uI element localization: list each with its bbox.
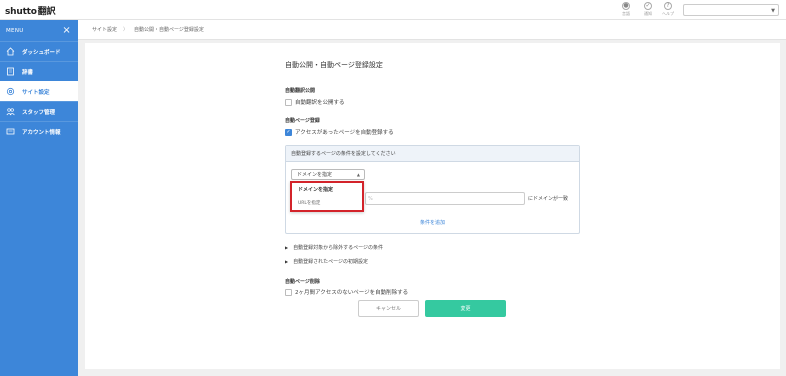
sidebar-item-label: アカウント情報 — [22, 129, 61, 136]
sidebar-header: MENU × — [0, 20, 78, 41]
auto-delete-checkbox-row[interactable]: 2ヶ月間アクセスのないページを自動削除する — [285, 288, 408, 296]
page-title: 自動公開・自動ページ登録設定 — [285, 61, 383, 69]
auto-page-label: アクセスがあったページを自動登録する — [295, 130, 394, 136]
help-button[interactable]: ? ヘルプ — [660, 2, 676, 17]
staff-icon — [6, 107, 15, 116]
book-icon — [6, 67, 15, 76]
sidebar-item-account[interactable]: アカウント情報 — [0, 121, 78, 141]
option-domain[interactable]: ドメインを指定 — [292, 183, 362, 196]
triangle-right-icon: ▶ — [285, 259, 289, 264]
option-url[interactable]: URLを指定 — [292, 196, 362, 209]
add-condition-link[interactable]: 条件を追加 — [286, 219, 579, 226]
chevron-right-icon: 〉 — [123, 27, 129, 33]
domain-input-placeholder: % — [368, 196, 373, 202]
help-label: ヘルプ — [662, 11, 674, 16]
auto-delete-heading: 自動ページ削除 — [285, 279, 320, 285]
auto-page-checkbox[interactable]: ✓ — [285, 128, 292, 136]
notification-label: 通知 — [644, 11, 652, 16]
globe-icon: ● — [622, 2, 630, 10]
close-icon[interactable]: × — [62, 25, 71, 36]
condition-type-value: ドメインを指定 — [297, 172, 333, 178]
gear-icon — [6, 87, 15, 96]
auto-delete-label: 2ヶ月間アクセスのないページを自動削除する — [295, 290, 409, 296]
cancel-button[interactable]: キャンセル — [358, 300, 419, 317]
exclude-conditions-toggle[interactable]: ▶ 自動登録対象から除外するページの条件 — [285, 244, 383, 251]
save-button[interactable]: 変更 — [425, 300, 506, 317]
top-header: shutto翻訳 ● 言語 ✓ 通知 ? ヘルプ ▼ — [0, 0, 786, 20]
help-icon: ? — [664, 2, 672, 10]
app-logo[interactable]: shutto翻訳 — [5, 4, 56, 17]
initial-settings-toggle[interactable]: ▶ 自動登録されたページの初期設定 — [285, 258, 368, 265]
sidebar-item-dashboard[interactable]: ダッシュボード — [0, 41, 78, 61]
menu-label: MENU — [6, 27, 24, 34]
language-label: 言語 — [622, 11, 630, 16]
sidebar-item-site-settings[interactable]: サイト設定 — [0, 81, 78, 101]
logo-suffix: 翻訳 — [37, 7, 56, 17]
auto-page-checkbox-row[interactable]: ✓ アクセスがあったページを自動登録する — [285, 128, 394, 136]
bell-icon: ✓ — [644, 2, 652, 10]
site-select[interactable]: ▼ — [683, 4, 779, 16]
auto-translate-checkbox-row[interactable]: 自動翻訳を公開する — [285, 98, 345, 106]
auto-page-heading: 自動ページ登録 — [285, 118, 320, 124]
language-button[interactable]: ● 言語 — [618, 2, 634, 17]
chevron-down-icon: ▼ — [771, 8, 775, 14]
sidebar-item-label: ダッシュボード — [22, 49, 61, 56]
home-icon — [6, 47, 15, 56]
auto-translate-heading: 自動翻訳公開 — [285, 88, 316, 94]
sidebar-item-label: スタッフ管理 — [22, 109, 56, 116]
account-icon — [6, 127, 15, 136]
condition-header: 自動登録するページの条件を設定してください — [286, 146, 579, 162]
condition-type-menu: ドメインを指定 URLを指定 — [290, 181, 364, 212]
auto-translate-label: 自動翻訳を公開する — [295, 100, 345, 106]
breadcrumb-site-settings[interactable]: サイト設定 — [92, 26, 117, 33]
exclude-conditions-label: 自動登録対象から除外するページの条件 — [293, 245, 383, 251]
breadcrumb: サイト設定 〉 自動公開・自動ページ登録設定 — [78, 20, 786, 40]
sidebar-item-label: サイト設定 — [22, 89, 50, 96]
logo-text: shutto — [5, 7, 37, 17]
domain-input[interactable]: % — [365, 192, 525, 205]
sidebar-item-label: 辞書 — [22, 69, 34, 76]
breadcrumb-current: 自動公開・自動ページ登録設定 — [134, 27, 204, 33]
caret-down-icon: ▲ — [356, 172, 360, 177]
notification-button[interactable]: ✓ 通知 — [640, 2, 656, 17]
auto-translate-checkbox[interactable] — [285, 98, 292, 106]
condition-type-dropdown[interactable]: ドメインを指定 ▲ — [291, 169, 365, 180]
triangle-right-icon: ▶ — [285, 245, 289, 250]
initial-settings-label: 自動登録されたページの初期設定 — [293, 259, 368, 265]
sidebar-item-dictionary[interactable]: 辞書 — [0, 61, 78, 81]
sidebar-item-staff[interactable]: スタッフ管理 — [0, 101, 78, 121]
sidebar: MENU × ダッシュボード 辞書 サイト設定 スタッフ管理 アカウント情報 — [0, 20, 78, 376]
match-suffix: にドメインが一致 — [528, 196, 569, 202]
auto-delete-checkbox[interactable] — [285, 288, 292, 296]
